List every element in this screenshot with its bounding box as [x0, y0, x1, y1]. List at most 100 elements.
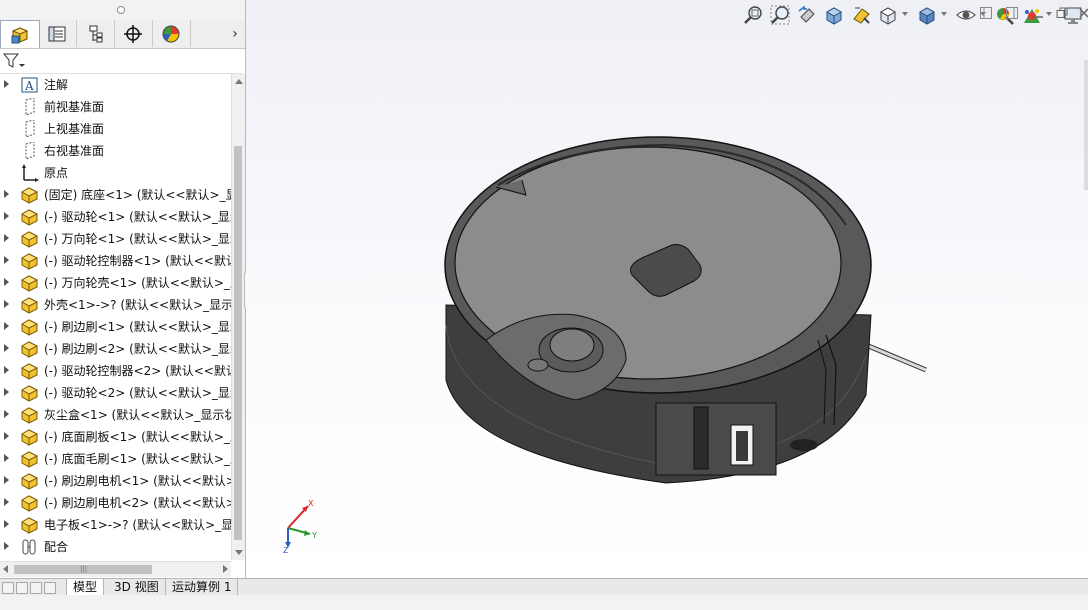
- tree-vertical-scrollbar[interactable]: [231, 74, 245, 560]
- expand-arrow-icon[interactable]: [4, 542, 9, 550]
- expand-arrow-icon[interactable]: [4, 234, 9, 242]
- expand-arrow-icon[interactable]: [4, 344, 9, 352]
- tab-motion-study[interactable]: 运动算例 1: [166, 579, 239, 595]
- tree-item[interactable]: (-) 刷边刷<2> (默认<<默认>_显示: [0, 338, 231, 360]
- task-pane-edge[interactable]: [1084, 60, 1088, 190]
- tree-item[interactable]: (-) 刷边刷<1> (默认<<默认>_显示: [0, 316, 231, 338]
- first-tab-button[interactable]: [2, 582, 14, 594]
- section-view-icon[interactable]: [823, 4, 845, 26]
- tree-item[interactable]: 电子板<1>->? (默认<<默认>_显示: [0, 514, 231, 536]
- tree-item[interactable]: (-) 底面刷板<1> (默认<<默认>_显: [0, 426, 231, 448]
- minimize-icon[interactable]: [1032, 7, 1044, 19]
- display-style-icon[interactable]: [916, 4, 938, 26]
- tree-item[interactable]: (-) 驱动轮控制器<2> (默认<<默认: [0, 360, 231, 382]
- plane-icon: [20, 119, 40, 138]
- tree-item[interactable]: (-) 刷边刷电机<2> (默认<<默认>_: [0, 492, 231, 514]
- tab-featuremanager[interactable]: [0, 20, 40, 48]
- dynamic-annotation-views-icon[interactable]: [850, 4, 872, 26]
- expand-arrow-icon[interactable]: [4, 454, 9, 462]
- view-orientation-dropdown-icon[interactable]: [902, 12, 908, 16]
- featuremanager-tab-icon: [11, 26, 29, 43]
- tree-filter-bar[interactable]: [0, 49, 243, 74]
- tree-item[interactable]: 上视基准面: [0, 118, 231, 140]
- tree-item[interactable]: 右视基准面: [0, 140, 231, 162]
- scroll-up-icon[interactable]: [235, 79, 243, 84]
- previous-view-icon[interactable]: [796, 4, 818, 26]
- filter-icon[interactable]: [3, 53, 25, 69]
- tab-propertymanager[interactable]: [38, 20, 77, 47]
- expand-arrow-icon[interactable]: [4, 212, 9, 220]
- robot-vacuum-model[interactable]: [426, 125, 946, 505]
- tree-item[interactable]: 前视基准面: [0, 96, 231, 118]
- display-style-dropdown-icon[interactable]: [941, 12, 947, 16]
- tree-item[interactable]: (-) 万向轮<1> (默认<<默认>_显示: [0, 228, 231, 250]
- tile-right-icon[interactable]: [1006, 7, 1018, 19]
- hide-show-items-icon[interactable]: [955, 4, 977, 26]
- tree-horizontal-scrollbar[interactable]: |||: [0, 561, 231, 577]
- scroll-thumb[interactable]: [234, 146, 242, 540]
- tree-item-label: (-) 刷边刷<2> (默认<<默认>_显示: [44, 342, 231, 356]
- tab-model[interactable]: 模型: [66, 579, 105, 595]
- tree-item[interactable]: 配合: [0, 536, 231, 558]
- part-icon: [20, 450, 40, 468]
- expand-arrow-icon[interactable]: [4, 432, 9, 440]
- expand-arrow-icon[interactable]: [4, 80, 9, 88]
- tree-item[interactable]: (固定) 底座<1> (默认<<默认>_显: [0, 184, 231, 206]
- tree-item[interactable]: 外壳<1>->? (默认<<默认>_显示状: [0, 294, 231, 316]
- part-icon: [20, 472, 40, 490]
- expand-arrow-icon[interactable]: [4, 278, 9, 286]
- tree-item-label: 原点: [44, 166, 69, 180]
- chevron-right-icon[interactable]: ›: [227, 20, 243, 47]
- tree-item[interactable]: A 注解: [0, 74, 231, 96]
- panel-tab-strip: ›: [0, 20, 245, 49]
- panel-grip[interactable]: [0, 0, 245, 21]
- part-icon: [20, 296, 40, 314]
- tree-item-label: (-) 万向轮<1> (默认<<默认>_显示: [44, 232, 231, 246]
- tile-left-icon[interactable]: [980, 7, 992, 19]
- tab-3d-views[interactable]: 3D 视图: [108, 579, 166, 595]
- part-icon: [20, 516, 40, 534]
- part-icon: [20, 494, 40, 512]
- expand-arrow-icon[interactable]: [4, 388, 9, 396]
- tree-item[interactable]: (-) 万向轮壳<1> (默认<<默认>_显: [0, 272, 231, 294]
- grip-dot-icon: [117, 6, 125, 14]
- tree-item-label: (-) 刷边刷电机<2> (默认<<默认>_: [44, 496, 231, 510]
- tree-item[interactable]: (-) 驱动轮<1> (默认<<默认>_显示: [0, 206, 231, 228]
- expand-arrow-icon[interactable]: [4, 476, 9, 484]
- expand-arrow-icon[interactable]: [4, 498, 9, 506]
- previous-tab-button[interactable]: [16, 582, 28, 594]
- tree-item[interactable]: 原点: [0, 162, 231, 184]
- expand-arrow-icon[interactable]: [4, 410, 9, 418]
- next-tab-button[interactable]: [30, 582, 42, 594]
- part-icon: [20, 340, 40, 358]
- expand-arrow-icon[interactable]: [4, 190, 9, 198]
- expand-arrow-icon[interactable]: [4, 366, 9, 374]
- zoom-to-fit-icon[interactable]: [742, 4, 764, 26]
- tree-item[interactable]: (-) 驱动轮<2> (默认<<默认>_显示: [0, 382, 231, 404]
- propertymanager-tab-icon: [48, 26, 66, 41]
- graphics-area[interactable]: X Y Z: [246, 0, 1088, 578]
- expand-arrow-icon[interactable]: [4, 300, 9, 308]
- tree-item[interactable]: (-) 驱动轮控制器<1> (默认<<默认: [0, 250, 231, 272]
- tab-configurationmanager[interactable]: [76, 20, 115, 47]
- expand-arrow-icon[interactable]: [4, 322, 9, 330]
- restore-icon[interactable]: [1056, 7, 1068, 19]
- close-icon[interactable]: [1078, 7, 1088, 19]
- apply-scene-dropdown-icon[interactable]: [1046, 12, 1052, 16]
- scroll-down-icon[interactable]: [235, 550, 243, 555]
- tree-item-label: 配合: [44, 540, 69, 554]
- expand-arrow-icon[interactable]: [4, 520, 9, 528]
- part-icon: [20, 186, 40, 204]
- configurationmanager-tab-icon: [89, 25, 103, 42]
- view-orientation-icon[interactable]: [877, 4, 899, 26]
- scroll-right-icon[interactable]: [223, 565, 228, 573]
- last-tab-button[interactable]: [44, 582, 56, 594]
- scroll-left-icon[interactable]: [3, 565, 8, 573]
- tree-item[interactable]: (-) 刷边刷电机<1> (默认<<默认>_: [0, 470, 231, 492]
- expand-arrow-icon[interactable]: [4, 256, 9, 264]
- zoom-to-area-icon[interactable]: [769, 4, 791, 26]
- tree-item[interactable]: (-) 底面毛刷<1> (默认<<默认>_显: [0, 448, 231, 470]
- tab-dimxpert[interactable]: [114, 20, 153, 47]
- tree-item[interactable]: 灰尘盒<1> (默认<<默认>_显示状: [0, 404, 231, 426]
- tab-display-manager[interactable]: [152, 20, 191, 47]
